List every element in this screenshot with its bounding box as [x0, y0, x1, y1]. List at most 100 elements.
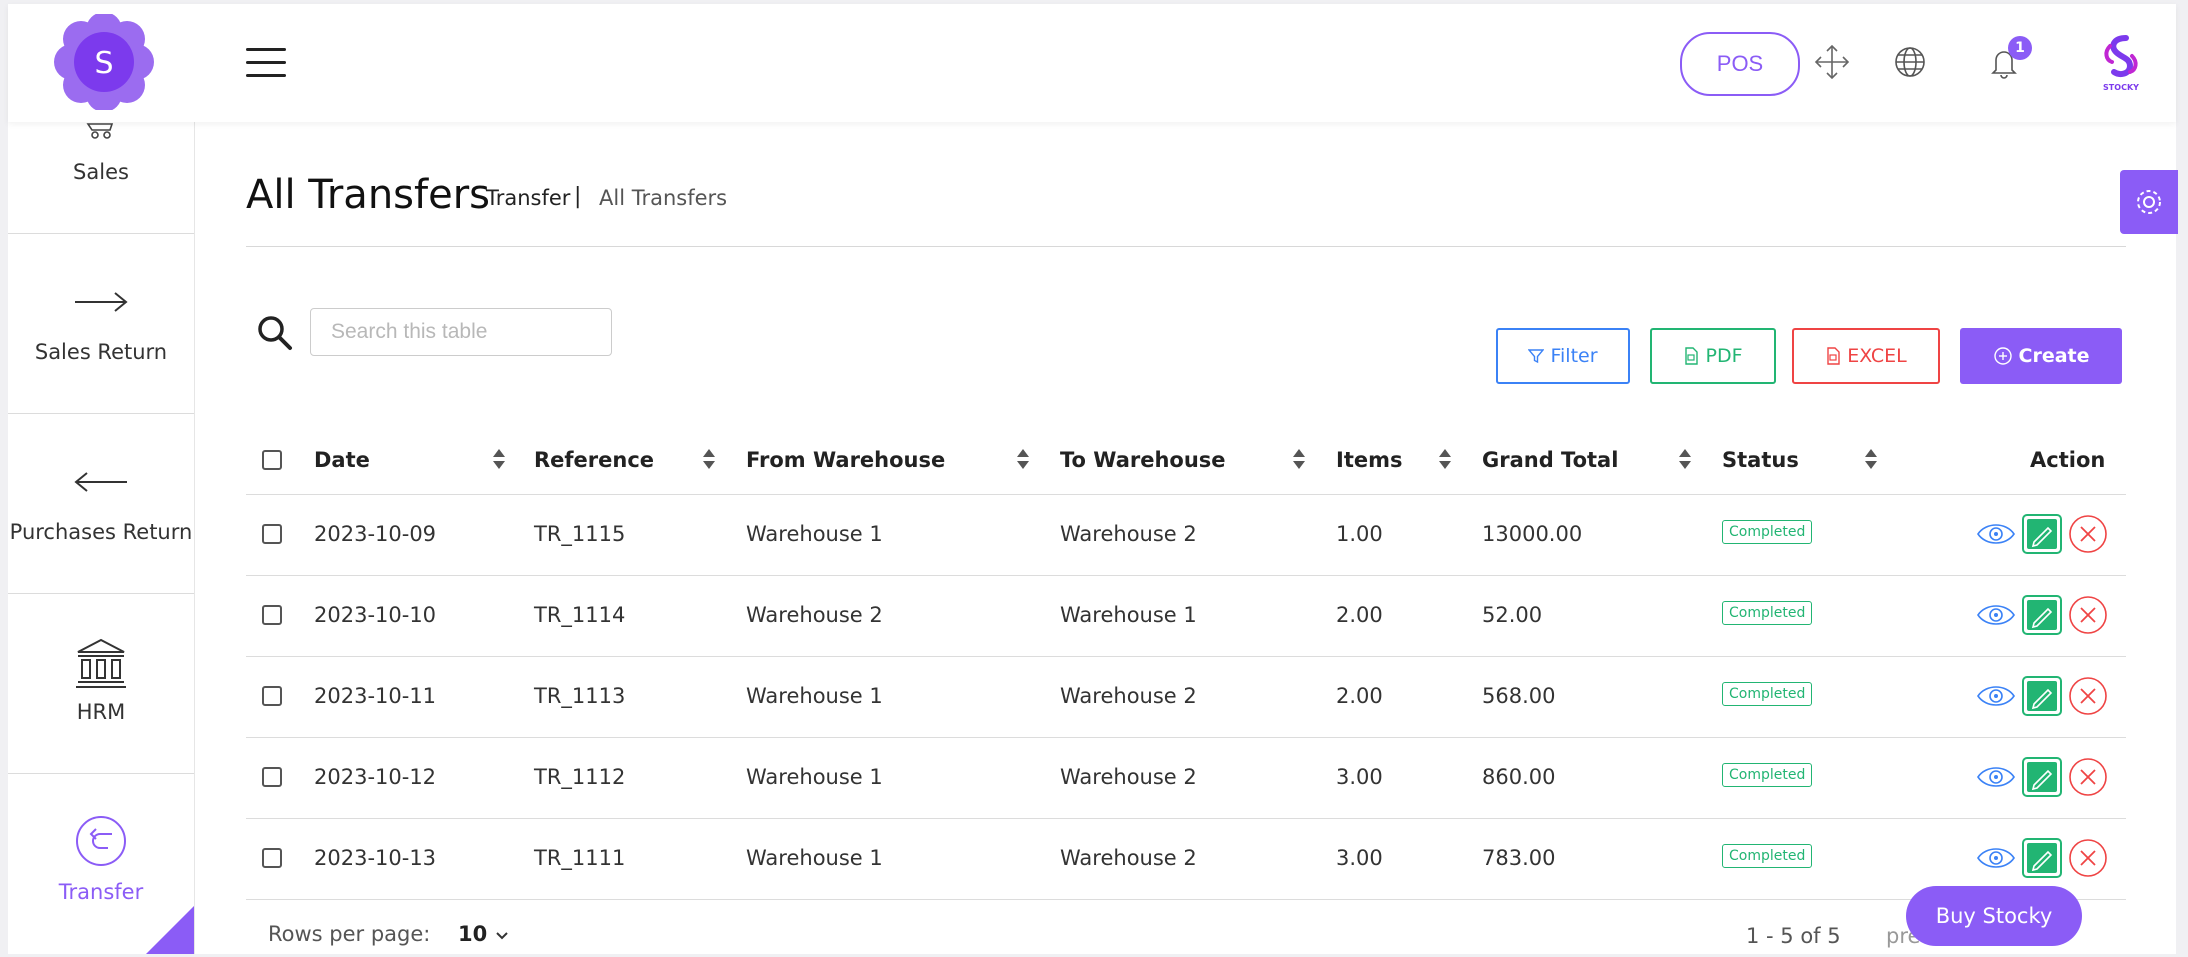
- sort-icon[interactable]: [1864, 448, 1878, 470]
- row-checkbox[interactable]: [262, 767, 282, 787]
- rows-per-page-select[interactable]: 10: [458, 922, 509, 946]
- column-header-from-warehouse[interactable]: From Warehouse: [746, 448, 945, 472]
- cart-icon: [86, 123, 114, 139]
- edit-pencil-icon[interactable]: [2022, 757, 2062, 797]
- sidebar-item-label: Sales: [73, 160, 129, 184]
- sidebar: Sales Sales Return Purchases Return HRM: [8, 122, 195, 954]
- view-eye-icon[interactable]: [1976, 838, 2016, 878]
- sort-icon[interactable]: [1016, 448, 1030, 470]
- breadcrumb-current: All Transfers: [599, 186, 728, 210]
- pagination-range: 1 - 5 of 5: [1746, 924, 1841, 948]
- cell-grand-total: 13000.00: [1482, 522, 1583, 546]
- table-row: 2023-10-11 TR_1113 Warehouse 1 Warehouse 2 2…: [246, 656, 2126, 738]
- status-badge: Completed: [1722, 682, 1813, 706]
- cell-to-warehouse: Warehouse 2: [1060, 765, 1197, 789]
- sidebar-item-sales-return[interactable]: Sales Return: [8, 234, 194, 414]
- column-header-reference[interactable]: Reference: [534, 448, 654, 472]
- column-header-action: Action: [2030, 448, 2106, 472]
- sort-icon[interactable]: [1292, 448, 1306, 470]
- delete-close-icon[interactable]: [2068, 838, 2108, 878]
- rows-per-page-label: Rows per page:: [268, 922, 431, 946]
- status-badge: Completed: [1722, 601, 1813, 625]
- column-header-status[interactable]: Status: [1722, 448, 1799, 472]
- edit-pencil-icon[interactable]: [2022, 595, 2062, 635]
- sidebar-item-label: HRM: [76, 700, 126, 724]
- settings-gear-button[interactable]: [2120, 170, 2178, 234]
- sort-icon[interactable]: [1678, 448, 1692, 470]
- delete-close-icon[interactable]: [2068, 595, 2108, 635]
- edit-pencil-icon[interactable]: [2022, 514, 2062, 554]
- cell-date: 2023-10-12: [314, 765, 437, 789]
- pos-button[interactable]: POS: [1680, 32, 1800, 96]
- language-globe-icon[interactable]: [1890, 42, 1930, 82]
- status-badge: Completed: [1722, 844, 1813, 868]
- delete-close-icon[interactable]: [2068, 676, 2108, 716]
- cell-to-warehouse: Warehouse 2: [1060, 684, 1197, 708]
- cell-items: 2.00: [1336, 603, 1383, 627]
- cell-items: 2.00: [1336, 684, 1383, 708]
- logo-letter: S: [94, 46, 113, 81]
- edit-pencil-icon[interactable]: [2022, 838, 2062, 878]
- chevron-down-icon: [495, 932, 508, 940]
- sort-icon[interactable]: [1438, 448, 1452, 470]
- bank-icon: [76, 638, 126, 688]
- create-button[interactable]: Create: [1960, 328, 2122, 384]
- app-logo[interactable]: S: [54, 14, 154, 110]
- gear-icon: [2137, 190, 2161, 214]
- sidebar-item-label: Transfer: [58, 880, 144, 904]
- cell-grand-total: 568.00: [1482, 684, 1556, 708]
- row-checkbox[interactable]: [262, 848, 282, 868]
- search-input[interactable]: [310, 308, 612, 356]
- filter-label: Filter: [1550, 345, 1598, 367]
- row-checkbox[interactable]: [262, 605, 282, 625]
- page-title: All Transfers: [246, 172, 490, 218]
- buy-stocky-button[interactable]: Buy Stocky: [1906, 886, 2082, 946]
- row-checkbox[interactable]: [262, 524, 282, 544]
- filter-button[interactable]: Filter: [1496, 328, 1630, 384]
- cell-reference: TR_1112: [534, 765, 626, 789]
- cell-reference: TR_1113: [534, 684, 626, 708]
- cell-items: 1.00: [1336, 522, 1383, 546]
- edit-pencil-icon[interactable]: [2022, 676, 2062, 716]
- cell-date: 2023-10-09: [314, 522, 437, 546]
- pdf-label: PDF: [1705, 345, 1743, 367]
- view-eye-icon[interactable]: [1976, 757, 2016, 797]
- pdf-button[interactable]: PDF: [1650, 328, 1776, 384]
- pdf-file-icon: [1685, 347, 1699, 365]
- breadcrumb-parent[interactable]: Transfer: [486, 186, 570, 210]
- plus-circle-icon: [1993, 347, 2012, 365]
- table-row: 2023-10-13 TR_1111 Warehouse 1 Warehouse 2 3…: [246, 818, 2126, 900]
- sidebar-item-sales[interactable]: Sales: [8, 122, 194, 234]
- menu-toggle-icon[interactable]: [246, 48, 286, 80]
- table-row: 2023-10-09 TR_1115 Warehouse 1 Warehouse 2 1…: [246, 494, 2126, 576]
- view-eye-icon[interactable]: [1976, 514, 2016, 554]
- column-header-to-warehouse[interactable]: To Warehouse: [1060, 448, 1226, 472]
- excel-button[interactable]: EXCEL: [1792, 328, 1940, 384]
- select-all-checkbox[interactable]: [262, 450, 282, 470]
- sort-icon[interactable]: [702, 448, 716, 470]
- sidebar-item-hrm[interactable]: HRM: [8, 594, 194, 774]
- delete-close-icon[interactable]: [2068, 514, 2108, 554]
- brand-avatar[interactable]: STOCKY: [2096, 32, 2146, 94]
- cell-grand-total: 52.00: [1482, 603, 1543, 627]
- sort-icon[interactable]: [492, 448, 506, 470]
- sidebar-item-purchases-return[interactable]: Purchases Return: [8, 414, 194, 594]
- filter-icon: [1528, 349, 1545, 364]
- cell-date: 2023-10-13: [314, 846, 437, 870]
- row-checkbox[interactable]: [262, 686, 282, 706]
- create-label: Create: [2018, 345, 2090, 367]
- view-eye-icon[interactable]: [1976, 676, 2016, 716]
- column-header-grand-total[interactable]: Grand Total: [1482, 448, 1618, 472]
- sidebar-item-label: Sales Return: [34, 340, 168, 364]
- cell-from-warehouse: Warehouse 1: [746, 522, 883, 546]
- fullscreen-icon[interactable]: [1812, 42, 1852, 82]
- column-header-items[interactable]: Items: [1336, 448, 1402, 472]
- cell-to-warehouse: Warehouse 2: [1060, 522, 1197, 546]
- notification-badge: 1: [2008, 36, 2032, 60]
- view-eye-icon[interactable]: [1976, 595, 2016, 635]
- arrow-right-icon: [75, 292, 128, 312]
- column-header-date[interactable]: Date: [314, 448, 370, 472]
- breadcrumb-separator: |: [574, 184, 582, 209]
- sidebar-item-transfer[interactable]: Transfer: [8, 774, 194, 954]
- delete-close-icon[interactable]: [2068, 757, 2108, 797]
